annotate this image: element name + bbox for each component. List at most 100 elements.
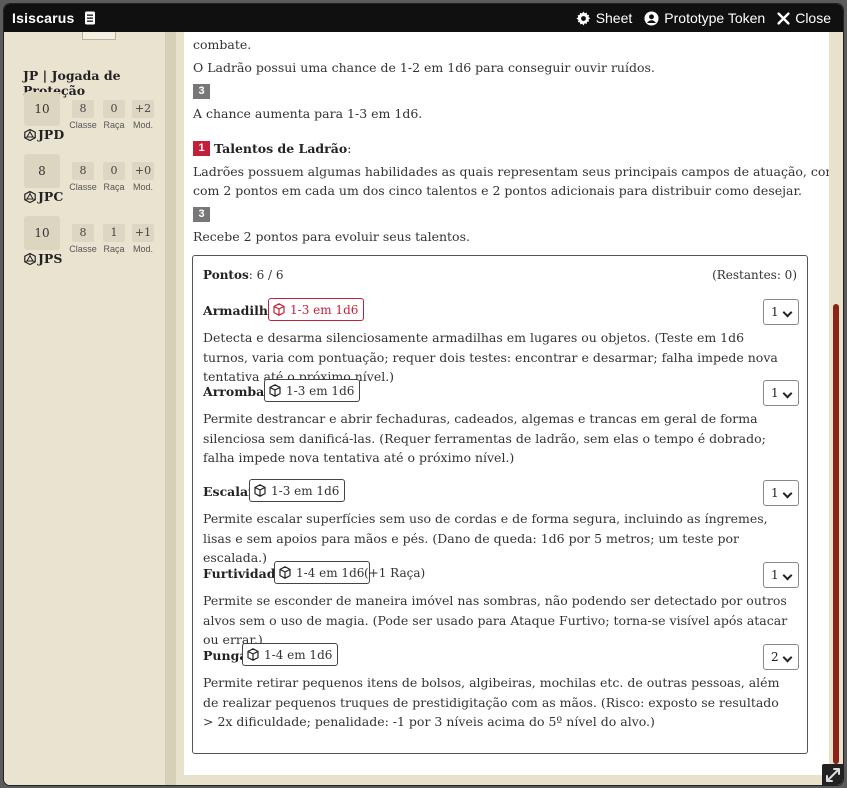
roll-button[interactable]: 1-3 em 1d6 xyxy=(264,379,361,402)
talents-desc-line1: Ladrões possuem algumas habilidades as q… xyxy=(193,164,829,179)
roll-label: 1-3 em 1d6 xyxy=(286,383,355,398)
talent-name: Furtividade xyxy=(203,566,284,581)
mod-value: +0 xyxy=(132,162,154,180)
roll-button[interactable]: 1-3 em 1d6 xyxy=(268,298,365,321)
prototype-token-label: Prototype Token xyxy=(664,10,766,26)
user-circle-icon xyxy=(644,10,659,26)
save-row-jps: 10 JPS 8 Classe 1 Raça +1 Mod. xyxy=(24,216,164,272)
save-total[interactable]: 10 xyxy=(24,92,60,126)
window-title: Isiscarus xyxy=(12,10,75,26)
roll-label: 1-3 em 1d6 xyxy=(271,483,340,498)
points-value: : 6 / 6 xyxy=(248,268,284,282)
save-name: JPC xyxy=(38,189,64,204)
sheet-label: Sheet xyxy=(595,10,633,26)
talent-description: Permite se esconder de maneira imóvel na… xyxy=(203,593,788,647)
points-label: Pontos xyxy=(203,268,249,282)
save-roll-jpd[interactable]: JPD xyxy=(24,127,64,142)
talent-points-select[interactable]: 1 xyxy=(763,480,799,506)
main-content: combate. O Ladrão possui uma chance de 1… xyxy=(184,32,829,775)
talent-name: Punga xyxy=(203,648,248,663)
roll-label: 1-4 em 1d6 xyxy=(264,647,333,662)
talent-points-select[interactable]: 2 xyxy=(763,644,799,670)
talent-points-select[interactable]: 1 xyxy=(763,299,799,325)
sidebar: JP | Jogada de Proteção 10 JPD 8 Classe 0… xyxy=(4,32,166,785)
mod-value: +2 xyxy=(132,100,154,118)
roll-button[interactable]: 1-4 em 1d6 xyxy=(242,643,339,666)
sheet-button[interactable]: Sheet xyxy=(576,10,633,26)
scrollbar-thumb[interactable] xyxy=(833,304,839,764)
window-titlebar[interactable]: Isiscarus Sheet Prototype Token Close xyxy=(4,4,843,32)
text-chance-increase: A chance aumenta para 1-3 em 1d6. xyxy=(193,106,423,121)
cube-icon xyxy=(247,648,259,661)
talents-heading: 1 Talentos de Ladrão: xyxy=(193,141,351,156)
talents-title: Talentos de Ladrão xyxy=(214,141,348,156)
roll-label: 1-3 em 1d6 xyxy=(290,302,359,317)
talent-bonus: (+1 Raça) xyxy=(364,566,426,580)
level-badge: 3 xyxy=(193,84,210,99)
save-row-jpc: 8 JPC 8 Classe 0 Raça +0 Mod. xyxy=(24,154,164,210)
talent-description: Permite escalar superfícies sem uso de c… xyxy=(203,511,768,565)
save-name: JPD xyxy=(38,127,65,142)
prototype-token-button[interactable]: Prototype Token xyxy=(644,10,765,26)
talents-desc-line2: com 2 pontos em cada um dos cinco talent… xyxy=(193,183,803,198)
save-roll-jps[interactable]: JPS xyxy=(24,251,62,266)
talent-name: Escalar xyxy=(203,484,255,499)
talent-description: Permite destrancar e abrir fechaduras, c… xyxy=(203,411,766,465)
classe-value: 8 xyxy=(72,224,94,242)
mod-value: +1 xyxy=(132,224,154,242)
character-sheet-window: Isiscarus Sheet Prototype Token Close JP… xyxy=(4,4,843,785)
save-roll-jpc[interactable]: JPC xyxy=(24,189,63,204)
talent-description: Permite retirar pequenos itens de bolsos… xyxy=(203,675,780,729)
cube-icon xyxy=(254,484,266,497)
talent-name: Armadilha xyxy=(203,303,277,318)
text-hear-noise: O Ladrão possui uma chance de 1-2 em 1d6… xyxy=(193,60,655,75)
classe-label: Classe xyxy=(69,244,97,254)
mod-label: Mod. xyxy=(132,244,153,254)
roll-button[interactable]: 1-3 em 1d6 xyxy=(249,479,346,502)
close-button[interactable]: Close xyxy=(777,10,831,26)
close-icon xyxy=(777,11,790,25)
save-name: JPS xyxy=(38,251,63,266)
level-badge: 1 xyxy=(193,141,210,156)
cube-icon xyxy=(279,566,291,579)
mod-label: Mod. xyxy=(132,120,153,130)
roll-button[interactable]: 1-4 em 1d6 xyxy=(274,561,371,584)
points-remaining: (Restantes: 0) xyxy=(712,268,797,282)
talents-panel: Pontos: 6 / 6 (Restantes: 0) Armadilha 1… xyxy=(192,255,808,754)
classe-value: 8 xyxy=(72,162,94,180)
save-total[interactable]: 10 xyxy=(24,216,60,250)
save-row-jpd: 10 JPD 8 Classe 0 Raça +2 Mod. xyxy=(24,92,164,148)
classe-label: Classe xyxy=(69,182,97,192)
raca-label: Raça xyxy=(103,244,125,254)
raca-label: Raça xyxy=(103,120,125,130)
talent-name: Arrombar xyxy=(203,384,271,399)
raca-value: 0 xyxy=(103,100,125,118)
save-total[interactable]: 8 xyxy=(24,154,60,188)
d20-icon xyxy=(24,190,36,203)
resize-handle-icon[interactable] xyxy=(822,764,843,785)
cube-icon xyxy=(273,303,285,316)
raca-label: Raça xyxy=(103,182,125,192)
close-label: Close xyxy=(795,10,831,26)
classe-label: Classe xyxy=(69,120,97,130)
d20-icon xyxy=(24,128,36,141)
sidebar-divider xyxy=(166,32,176,785)
gear-icon xyxy=(576,10,590,26)
d20-icon xyxy=(24,252,36,265)
document-icon[interactable] xyxy=(84,11,96,25)
talents-colon: : xyxy=(347,141,352,156)
raca-value: 0 xyxy=(103,162,125,180)
talent-points-select[interactable]: 1 xyxy=(763,380,799,406)
roll-label: 1-4 em 1d6 xyxy=(296,565,365,580)
text-combat: combate. xyxy=(193,37,252,52)
text-receive-points: Recebe 2 pontos para evoluir seus talent… xyxy=(193,229,470,244)
level-badge: 3 xyxy=(193,207,210,222)
talent-points-select[interactable]: 1 xyxy=(763,562,799,588)
classe-value: 8 xyxy=(72,100,94,118)
points-header: Pontos: 6 / 6 (Restantes: 0) xyxy=(203,268,797,282)
sidebar-top-box xyxy=(82,32,116,40)
cube-icon xyxy=(269,384,281,397)
mod-label: Mod. xyxy=(132,182,153,192)
raca-value: 1 xyxy=(103,224,125,242)
talent-description: Detecta e desarma silenciosamente armadi… xyxy=(203,330,778,384)
